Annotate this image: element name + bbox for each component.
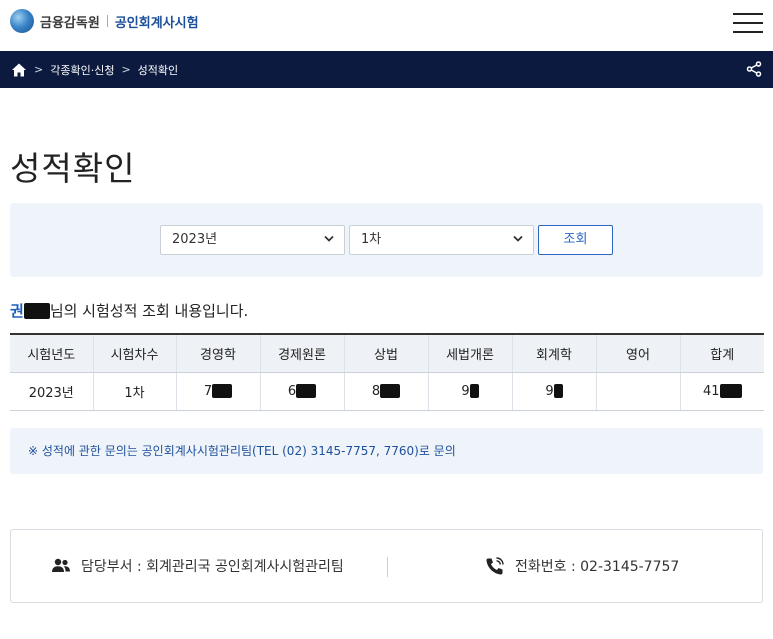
score-prefix: 41	[702, 383, 720, 399]
cell-score-management: 7	[175, 372, 260, 411]
cell-score-total: 41	[679, 372, 764, 411]
round-select[interactable]: 1차	[349, 225, 534, 255]
column-header: 영어	[595, 333, 680, 373]
score-prefix: 7	[203, 383, 213, 399]
page-title: 성적확인	[10, 149, 136, 188]
cell-score-english	[595, 372, 680, 411]
score-prefix: 9	[461, 383, 470, 399]
cell-score-tax-law: 9	[427, 372, 512, 411]
chevron-down-icon	[324, 235, 334, 242]
score-table: 시험년도 시험차수 경영학 경제원론 상법 세법개론 회계학 영어 합계 202…	[10, 333, 764, 411]
table-header-row: 시험년도 시험차수 경영학 경제원론 상법 세법개론 회계학 영어 합계	[10, 333, 764, 373]
column-header: 합계	[679, 333, 764, 373]
breadcrumb-item-apply[interactable]: 각종확인·신청	[50, 62, 114, 78]
contact-info-box: 담당부서 : 회계관리국 공인회계사시험관리팀 전화번호 : 02-3145-7…	[10, 529, 763, 603]
logo-divider	[106, 15, 108, 27]
cell-score-accounting: 9	[511, 372, 596, 411]
cell-score-commercial-law: 8	[343, 372, 428, 411]
hamburger-menu-icon[interactable]	[733, 13, 763, 35]
year-select-value: 2023년	[172, 232, 218, 247]
phone-text: 전화번호 : 02-3145-7757	[515, 559, 680, 575]
breadcrumb-separator: >	[34, 63, 44, 76]
column-header: 시험년도	[10, 333, 93, 373]
score-prefix: 9	[545, 383, 554, 399]
site-logo[interactable]: 금융감독원 공인회계사시험	[10, 9, 199, 33]
share-icon[interactable]	[746, 61, 762, 77]
column-header: 상법	[343, 333, 428, 373]
year-select[interactable]: 2023년	[160, 225, 345, 255]
redacted-name	[23, 302, 50, 319]
result-message: 권 님의 시험성적 조회 내용입니다.	[10, 300, 248, 321]
redacted-score	[296, 384, 317, 398]
people-icon	[52, 558, 70, 572]
search-button[interactable]: 조회	[538, 225, 613, 255]
chevron-down-icon	[513, 235, 523, 242]
search-filter-panel: 2023년 1차 조회	[10, 203, 763, 277]
result-message-text: 님의 시험성적 조회 내용입니다.	[49, 302, 249, 320]
score-prefix: 6	[287, 383, 297, 399]
breadcrumb: > 각종확인·신청 > 성적확인	[11, 51, 178, 88]
redacted-score	[380, 384, 401, 398]
home-icon[interactable]	[11, 62, 27, 78]
breadcrumb-bar: > 각종확인·신청 > 성적확인	[0, 51, 773, 88]
cell-year: 2023년	[10, 372, 93, 411]
redacted-score	[719, 384, 742, 398]
logo-service-name: 공인회계사시험	[114, 15, 199, 31]
department-text: 담당부서 : 회계관리국 공인회계사시험관리팀	[81, 559, 344, 575]
logo-org-name: 금융감독원	[40, 15, 100, 31]
department-info: 담당부서 : 회계관리국 공인회계사시험관리팀	[51, 530, 344, 602]
round-select-value: 1차	[361, 232, 382, 247]
redacted-score	[469, 384, 479, 398]
cell-score-economics: 6	[259, 372, 344, 411]
column-header: 세법개론	[427, 333, 512, 373]
breadcrumb-separator: >	[121, 63, 131, 76]
phone-icon	[486, 557, 504, 575]
table-row: 2023년 1차 7 6 8 9 9 41	[10, 372, 764, 411]
site-header: 금융감독원 공인회계사시험	[0, 0, 773, 50]
column-header: 경제원론	[259, 333, 344, 373]
user-name-initial: 권	[10, 302, 24, 320]
redacted-score	[212, 384, 233, 398]
phone-info: 전화번호 : 02-3145-7757	[485, 530, 679, 602]
fss-globe-logo-icon	[10, 9, 34, 33]
column-header: 시험차수	[92, 333, 176, 373]
column-header: 경영학	[175, 333, 260, 373]
cell-round: 1차	[92, 372, 176, 411]
contact-divider	[387, 557, 388, 577]
redacted-score	[553, 384, 563, 398]
breadcrumb-item-score[interactable]: 성적확인	[138, 62, 178, 78]
column-header: 회계학	[511, 333, 596, 373]
inquiry-notice: ※ 성적에 관한 문의는 공인회계사시험관리팀(TEL (02) 3145-77…	[10, 428, 763, 474]
score-prefix: 8	[371, 383, 381, 399]
